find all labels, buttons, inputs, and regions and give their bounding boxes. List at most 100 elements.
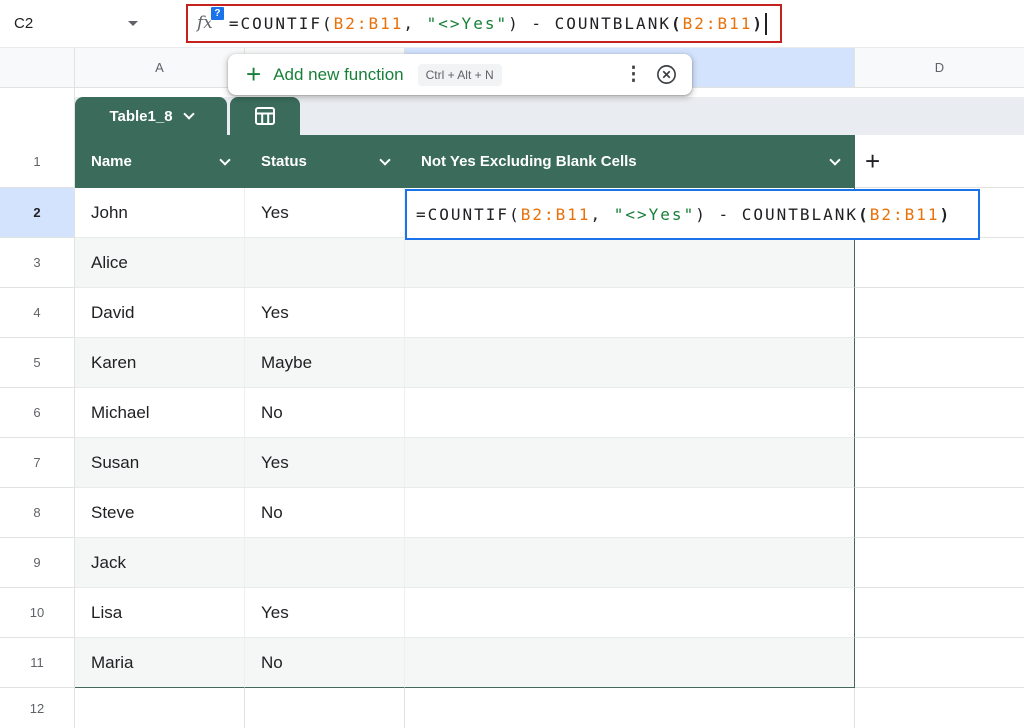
formula-highlight-outline: fx ? =COUNTIF(B2:B11, "<>Yes") - COUNTBL… — [186, 4, 782, 43]
data-rows: 2 John Yes 3 Alice 4 David Yes 5 Karen Maybe 6 Micha… — [0, 188, 1024, 688]
table-name-tab[interactable]: Table1_8 — [75, 97, 227, 135]
row-number[interactable]: 9 — [0, 538, 75, 588]
cell-name[interactable]: David — [75, 288, 245, 338]
table-menu-button[interactable] — [230, 97, 300, 135]
row-number[interactable]: 3 — [0, 238, 75, 288]
cell-d[interactable] — [855, 438, 1024, 488]
row-number[interactable]: 6 — [0, 388, 75, 438]
table-row: 4 David Yes — [0, 288, 1024, 338]
cell-status[interactable]: No — [245, 638, 405, 688]
cell-name[interactable]: Steve — [75, 488, 245, 538]
cell-name[interactable]: Alice — [75, 238, 245, 288]
cell-d[interactable] — [855, 288, 1024, 338]
cell-c[interactable] — [405, 638, 855, 688]
cell-c[interactable] — [405, 338, 855, 388]
cell-status[interactable]: Yes — [245, 288, 405, 338]
row-number[interactable]: 7 — [0, 438, 75, 488]
formula-input[interactable]: =COUNTIF(B2:B11, "<>Yes") - COUNTBLANK(B… — [229, 14, 764, 33]
table-row: 10 Lisa Yes — [0, 588, 1024, 638]
row-number[interactable]: 11 — [0, 638, 75, 688]
table-row: 3 Alice — [0, 238, 1024, 288]
column-header-a[interactable]: A — [75, 48, 245, 87]
more-options-icon[interactable]: ⋮ — [612, 63, 655, 86]
row-number[interactable]: 5 — [0, 338, 75, 388]
cell-d[interactable] — [855, 238, 1024, 288]
cell-d[interactable] — [855, 338, 1024, 388]
row-header-spacer — [0, 88, 75, 135]
cell-status[interactable]: Yes — [245, 188, 405, 238]
cell-d[interactable] — [855, 588, 1024, 638]
cell-d[interactable] — [855, 488, 1024, 538]
close-icon[interactable] — [655, 63, 678, 86]
add-column-button[interactable]: + — [865, 148, 880, 174]
fx-icon: fx ? — [197, 6, 225, 32]
cell-d[interactable] — [855, 638, 1024, 688]
header-label: Not Yes Excluding Blank Cells — [421, 153, 637, 170]
table-row: 6 Michael No — [0, 388, 1024, 438]
table-row: 5 Karen Maybe — [0, 338, 1024, 388]
cell-c[interactable] — [405, 388, 855, 438]
cell-d[interactable] — [855, 538, 1024, 588]
table-header-row: 1 Name Status Not Yes Excluding Blank Ce… — [0, 135, 1024, 188]
select-all-corner[interactable] — [0, 48, 75, 87]
plus-icon[interactable]: + — [246, 61, 261, 87]
chevron-down-icon[interactable] — [219, 153, 231, 166]
cell-d[interactable] — [855, 388, 1024, 438]
cell-c[interactable] — [405, 588, 855, 638]
table-row: 11 Maria No — [0, 638, 1024, 688]
shortcut-badge: Ctrl + Alt + N — [417, 63, 502, 86]
cell-status[interactable] — [245, 538, 405, 588]
cell-name[interactable]: Lisa — [75, 588, 245, 638]
header-cell-name[interactable]: Name — [75, 135, 245, 188]
name-box[interactable]: C2 — [0, 0, 152, 47]
active-cell-editor[interactable]: =COUNTIF(B2:B11, "<>Yes") - COUNTBLANK(B… — [405, 189, 980, 240]
row-number[interactable]: 1 — [0, 135, 75, 188]
header-label: Status — [261, 153, 307, 170]
column-header-d[interactable]: D — [855, 48, 1024, 87]
row-number[interactable]: 8 — [0, 488, 75, 538]
cell-name[interactable]: Michael — [75, 388, 245, 438]
cell-c[interactable] — [405, 438, 855, 488]
header-cell-not-yes[interactable]: Not Yes Excluding Blank Cells — [405, 135, 855, 188]
cell-name[interactable]: Jack — [75, 538, 245, 588]
cell-empty[interactable] — [405, 688, 855, 728]
cell-status[interactable]: Maybe — [245, 338, 405, 388]
row-number[interactable]: 12 — [0, 688, 75, 728]
cell-status[interactable]: No — [245, 488, 405, 538]
cell-name[interactable]: John — [75, 188, 245, 238]
cell-empty[interactable] — [75, 688, 245, 728]
row-number[interactable]: 2 — [0, 188, 75, 238]
add-function-popup: + Add new function Ctrl + Alt + N ⋮ — [228, 54, 692, 95]
name-box-value: C2 — [14, 15, 34, 32]
chevron-down-icon[interactable] — [379, 153, 391, 166]
table-row: 7 Susan Yes — [0, 438, 1024, 488]
name-box-dropdown-icon[interactable] — [128, 21, 138, 26]
cell-status[interactable] — [245, 238, 405, 288]
cell-c[interactable] — [405, 288, 855, 338]
cell-formula-text: =COUNTIF(B2:B11, "<>Yes") - COUNTBLANK(B… — [416, 205, 952, 224]
cell-name[interactable]: Susan — [75, 438, 245, 488]
cell-status[interactable]: Yes — [245, 438, 405, 488]
cell-name[interactable]: Karen — [75, 338, 245, 388]
cell-name[interactable]: Maria — [75, 638, 245, 688]
text-caret — [765, 12, 768, 35]
add-column-cell: + — [855, 135, 1024, 188]
cell-c[interactable] — [405, 238, 855, 288]
cell-c[interactable] — [405, 488, 855, 538]
formula-bar: C2 fx ? =COUNTIF(B2:B11, "<>Yes") - COUN… — [0, 0, 1024, 48]
add-function-label[interactable]: Add new function — [273, 65, 403, 85]
formula-help-badge[interactable]: ? — [209, 6, 225, 21]
cell-status[interactable]: Yes — [245, 588, 405, 638]
row-number[interactable]: 4 — [0, 288, 75, 338]
chevron-down-icon[interactable] — [829, 153, 841, 166]
cell-empty[interactable] — [245, 688, 405, 728]
header-cell-status[interactable]: Status — [245, 135, 405, 188]
table-tab-row: Table1_8 — [0, 88, 1024, 135]
table-name: Table1_8 — [109, 107, 173, 125]
cell-c[interactable] — [405, 538, 855, 588]
chevron-down-icon — [182, 108, 195, 120]
row-number[interactable]: 10 — [0, 588, 75, 638]
cell-empty[interactable] — [855, 688, 1024, 728]
cell-status[interactable]: No — [245, 388, 405, 438]
after-table-row: 12 — [0, 688, 1024, 728]
